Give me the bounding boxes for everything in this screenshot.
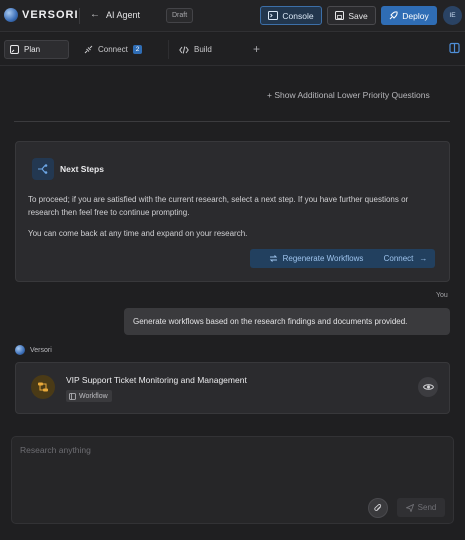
code-icon	[179, 45, 189, 54]
connect-count-badge: 2	[132, 45, 143, 54]
assistant-author: Versori	[15, 345, 52, 355]
connect-icon	[84, 45, 93, 54]
tab-build-label: Build	[194, 45, 212, 54]
view-workflow-button[interactable]	[418, 377, 438, 397]
show-more-questions-link[interactable]: + Show Additional Lower Priority Questio…	[267, 90, 430, 100]
next-steps-title: Next Steps	[60, 164, 104, 174]
header-divider	[79, 8, 80, 24]
back-button[interactable]: ← AI Agent	[90, 9, 140, 20]
assistant-author-label: Versori	[30, 346, 52, 354]
workflow-card[interactable]: VIP Support Ticket Monitoring and Manage…	[15, 362, 450, 414]
project-name: AI Agent	[106, 9, 141, 20]
user-author-label: You	[436, 292, 448, 299]
tab-connect[interactable]: Connect 2	[74, 40, 164, 59]
tabs-bar: Plan Connect 2 Build +	[0, 33, 465, 66]
regenerate-icon	[269, 255, 277, 262]
regenerate-label: Regenerate Workflows	[282, 254, 364, 263]
console-label: Console	[282, 10, 314, 21]
add-tab-icon[interactable]: +	[253, 42, 260, 56]
research-input[interactable]	[20, 445, 440, 485]
console-button[interactable]: Console	[260, 6, 322, 25]
connect-label: Connect	[383, 254, 414, 263]
versori-logo-icon	[4, 8, 18, 22]
tab-plan-label: Plan	[24, 45, 41, 54]
next-steps-icon	[32, 158, 54, 180]
next-steps-card: Next Steps To proceed; if you are satisf…	[15, 141, 450, 282]
workflow-tag-label: Workflow	[79, 392, 108, 400]
tab-connect-label: Connect	[98, 45, 128, 54]
logo-text: VERSORI	[22, 9, 79, 21]
deploy-button[interactable]: Deploy	[381, 6, 437, 25]
workflow-icon	[31, 375, 55, 399]
draft-badge: Draft	[166, 8, 194, 23]
save-label: Save	[348, 10, 368, 21]
next-steps-note: You can come back at any time and expand…	[28, 229, 248, 238]
paperclip-icon	[373, 503, 381, 511]
tab-plan[interactable]: Plan	[4, 40, 69, 59]
eye-icon	[422, 384, 434, 390]
save-button[interactable]: Save	[327, 6, 376, 25]
attach-button[interactable]	[368, 498, 388, 518]
versori-avatar-icon	[15, 345, 25, 355]
user-message-bubble: Generate workflows based on the research…	[124, 308, 450, 335]
plan-icon	[10, 45, 19, 54]
versori-logo[interactable]: VERSORI	[4, 8, 79, 22]
workflow-tag-icon	[69, 392, 76, 400]
send-button[interactable]: Send	[397, 498, 445, 517]
user-avatar[interactable]: IE	[443, 6, 462, 25]
next-steps-instructions: To proceed; if you are satisfied with th…	[28, 195, 409, 217]
section-divider	[14, 121, 450, 122]
workflow-title: VIP Support Ticket Monitoring and Manage…	[66, 375, 247, 385]
arrow-right-icon: →	[419, 254, 428, 263]
connect-button[interactable]: Connect →	[376, 249, 435, 268]
send-icon	[405, 503, 414, 512]
panel-toggle-icon[interactable]	[449, 42, 461, 54]
deploy-label: Deploy	[402, 10, 429, 21]
save-icon	[335, 11, 345, 20]
back-arrow-icon: ←	[90, 9, 100, 20]
regenerate-workflows-button[interactable]: Regenerate Workflows	[250, 249, 382, 268]
console-icon	[268, 11, 279, 20]
rocket-icon	[389, 11, 398, 20]
composer: Send	[11, 436, 454, 524]
top-bar: VERSORI ← AI Agent Draft Console Save De…	[0, 0, 465, 32]
workflow-tag: Workflow	[66, 390, 112, 402]
send-label: Send	[417, 503, 437, 512]
